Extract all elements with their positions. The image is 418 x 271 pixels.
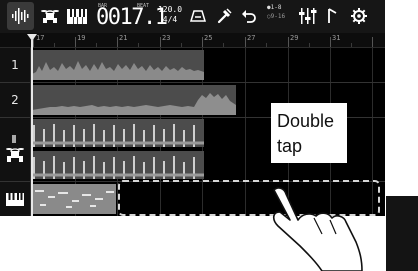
drum-pattern	[32, 124, 204, 147]
track-number: 2	[11, 93, 19, 107]
keyboard-view-button[interactable]	[65, 2, 89, 30]
toolbar: BAR BEAT 0017.1 120.0 4/4 ●1-8 ○9-16	[0, 0, 385, 33]
undo-button[interactable]	[238, 2, 260, 30]
tools-button[interactable]	[212, 2, 236, 30]
position-counter[interactable]: BAR BEAT 0017.1	[96, 3, 168, 30]
audio-track-view-icon	[11, 8, 28, 24]
bar-label: 23	[162, 34, 171, 42]
pitch-icon	[328, 8, 337, 23]
bar-label: 31	[332, 34, 341, 42]
metronome-icon	[189, 10, 207, 22]
punch-range-display[interactable]: ●1-8 ○9-16	[262, 2, 292, 30]
metronome-button[interactable]	[186, 2, 210, 30]
audio-track-view-button[interactable]	[7, 2, 34, 30]
callout-line-1: Double	[277, 111, 335, 131]
mixer-button[interactable]	[296, 2, 320, 30]
drum-pattern	[32, 156, 204, 179]
settings-button[interactable]	[345, 2, 373, 30]
audio-region-track-1[interactable]	[32, 50, 204, 80]
waveform	[32, 93, 236, 115]
timeline-ruler[interactable]: 17 19 21 23 25 27 29 31	[0, 33, 385, 48]
page-edge-marker	[386, 196, 418, 271]
tempo-display[interactable]: 120.0 4/4	[157, 5, 183, 29]
drum-view-icon	[41, 10, 59, 23]
bar-label: 17	[36, 34, 45, 42]
counter-value: 0017.1	[96, 5, 168, 30]
bar-label: 25	[204, 34, 213, 42]
pitch-button[interactable]	[322, 2, 342, 30]
track-header-drums[interactable]	[0, 118, 31, 181]
keyboard-track-icon	[6, 192, 24, 206]
waveform	[32, 61, 204, 80]
playhead-line	[31, 40, 33, 216]
drum-region-1[interactable]	[32, 119, 204, 147]
punch-range-top: ●1-8	[267, 4, 282, 11]
drum-view-button[interactable]	[37, 2, 63, 30]
mixer-icon	[299, 8, 317, 24]
tempo-value: 120.0	[157, 5, 183, 14]
track-header-1[interactable]: 1	[0, 48, 31, 82]
midi-notes	[35, 190, 114, 208]
bar-label: 29	[290, 34, 299, 42]
keyboard-view-icon	[67, 8, 87, 24]
bar-label: 21	[119, 34, 128, 42]
punch-range-bottom: ○9-16	[267, 13, 286, 20]
settings-icon	[351, 8, 367, 24]
tools-icon	[217, 8, 232, 24]
bar-label: 19	[77, 34, 86, 42]
drum-region-2[interactable]	[32, 151, 204, 179]
track-header-2[interactable]: 2	[0, 83, 31, 117]
tapping-hand-icon	[272, 187, 363, 271]
callout-line-2: tap	[277, 136, 303, 156]
audio-region-track-2[interactable]	[32, 85, 236, 115]
drum-track-icon	[6, 134, 24, 162]
track-header-keyboard[interactable]	[0, 182, 31, 216]
instruction-callout: Double tap	[271, 103, 347, 163]
track-number: 1	[11, 58, 19, 72]
time-signature-value: 4/4	[162, 15, 178, 24]
keyboard-region[interactable]	[32, 184, 116, 214]
undo-icon	[242, 10, 256, 23]
bar-label: 27	[247, 34, 256, 42]
